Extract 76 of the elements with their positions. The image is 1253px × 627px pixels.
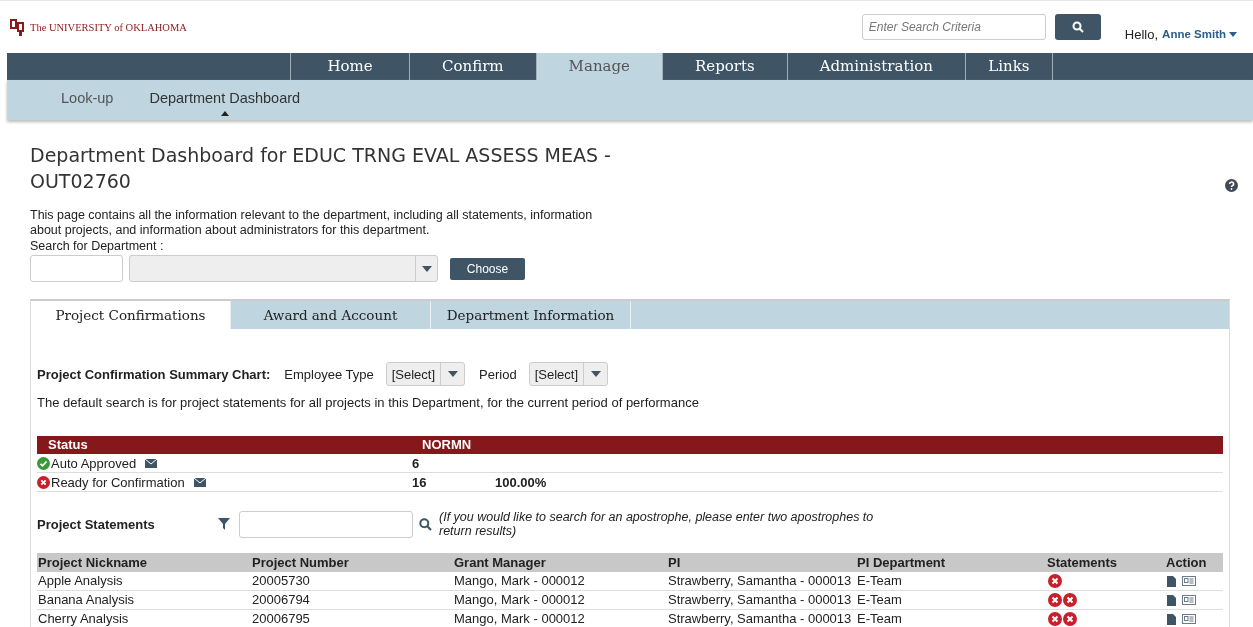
table-cell-text: Strawberry, Samantha - 000013	[668, 591, 853, 609]
filter-dropdown[interactable]: [Select]	[528, 362, 608, 386]
column-header: Statements	[1047, 554, 1119, 572]
filter-label: Employee Type	[284, 366, 374, 382]
department-search-label: Search for Department :	[30, 239, 165, 253]
table-cell-text: 20006795	[252, 610, 311, 627]
table-cell-text: E-Team	[857, 610, 903, 627]
x-circle-icon	[37, 475, 50, 489]
table-cell-text: Mango, Mark - 000012	[454, 610, 586, 627]
user-menu-link[interactable]: Anne Smith	[1162, 28, 1226, 40]
count-cell-text: 16	[412, 474, 428, 490]
sub-nav-link[interactable]: Department Dashboard	[149, 80, 301, 120]
status-label: Auto Approved	[51, 455, 137, 471]
document-icon[interactable]	[1167, 575, 1176, 587]
tab[interactable]: Project Confirmations	[31, 301, 231, 329]
choose-button[interactable]: Choose	[450, 257, 525, 280]
check-circle-icon	[37, 456, 50, 470]
tab[interactable]: Department Information	[431, 301, 631, 329]
caret-icon[interactable]	[1229, 31, 1237, 37]
search-icon[interactable]	[419, 517, 432, 531]
table-cell-text: Mango, Mark - 000012	[454, 572, 586, 590]
description-text: This page contains all the information relevant to the department, including all statements, information about projects, and information about administrators for this department.	[30, 208, 594, 238]
document-icon[interactable]	[1167, 594, 1176, 606]
department-code-field[interactable]	[30, 255, 123, 282]
search-icon	[1071, 21, 1084, 33]
table-cell-text: Banana Analysis	[38, 591, 136, 609]
table-cell-text: Strawberry, Samantha - 000013	[668, 572, 853, 590]
table-cell-text: Strawberry, Samantha - 000013	[668, 610, 853, 627]
x-circle-icon	[1048, 574, 1062, 588]
column-header: Status	[48, 436, 89, 454]
x-circle-icon	[1048, 593, 1062, 607]
table-cell-text: 20006794	[252, 591, 311, 609]
column-header: NORMN	[422, 436, 473, 454]
university-logo-icon	[9, 17, 25, 37]
column-header: Action	[1166, 554, 1208, 572]
status-label: Ready for Confirmation	[51, 474, 185, 490]
column-header: Project Nickname	[38, 554, 149, 572]
table-cell-text: E-Team	[857, 572, 903, 590]
filter-icon[interactable]	[218, 518, 230, 530]
statement-search-field[interactable]	[239, 510, 413, 538]
id-card-icon[interactable]	[1182, 576, 1196, 586]
summary-label: Project Confirmation Summary Chart:	[37, 366, 271, 382]
table-cell-text: Mango, Mark - 000012	[454, 591, 586, 609]
count-cell-text: 6	[412, 455, 421, 471]
caret-icon	[447, 371, 458, 377]
id-card-icon[interactable]	[1182, 614, 1196, 624]
search-button[interactable]	[1054, 14, 1101, 40]
percent-cell-text: 100.00%	[495, 474, 548, 490]
greeting-text: Hello,	[1124, 26, 1159, 42]
search-field[interactable]: Enter Search Criteria	[861, 14, 1046, 40]
column-header: Project Number	[252, 554, 350, 572]
default-search-note: The default search is for project statements for all projects in this Department, for the current period of performance	[37, 395, 700, 410]
help-icon[interactable]	[1225, 179, 1238, 192]
table-cell-text: E-Team	[857, 591, 903, 609]
sub-nav-link[interactable]: Look-up	[61, 80, 114, 120]
table-cell-text: 20005730	[252, 572, 311, 590]
tab[interactable]: Award and Account	[231, 301, 431, 329]
id-card-icon[interactable]	[1182, 595, 1196, 605]
column-header: PI	[668, 554, 682, 572]
caret-icon	[421, 265, 432, 272]
nav-tab[interactable]: Manage	[535, 53, 662, 80]
x-circle-icon	[1063, 593, 1077, 607]
envelope-icon[interactable]	[145, 458, 158, 468]
table-cell-text: Cherry Analysis	[38, 610, 130, 627]
table-cell-text: Apple Analysis	[38, 572, 124, 590]
envelope-icon[interactable]	[193, 477, 206, 487]
search-hint-text: (If you would like to search for an apostrophe, please enter two apostrophes to return results)	[439, 510, 875, 538]
logo-text: The UNIVERSITY of OKLAHOMA	[30, 21, 187, 33]
filter-label: Period	[479, 366, 517, 382]
column-header: Grant Manager	[454, 554, 547, 572]
page-title: Department Dashboard for EDUC TRNG EVAL ASSESS MEAS - OUT02760	[30, 143, 612, 194]
statements-label: Project Statements	[37, 516, 156, 532]
filter-dropdown[interactable]: [Select]	[385, 362, 466, 386]
column-header: PI Department	[857, 554, 947, 572]
caret-icon	[590, 371, 601, 377]
document-icon[interactable]	[1167, 613, 1176, 625]
